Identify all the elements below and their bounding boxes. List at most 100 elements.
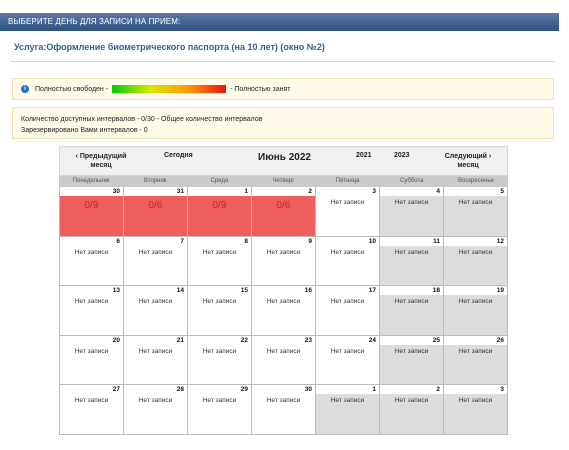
calendar-day-cell[interactable]: 9 Нет записи [252,236,316,286]
calendar-day-cell[interactable]: 18 Нет записи [380,286,444,336]
calendar-day-cell[interactable]: 23 Нет записи [252,335,316,385]
no-booking-label: Нет записи [330,199,365,206]
calendar-day-cell[interactable]: 20 Нет записи [60,335,124,385]
day-number: 13 [112,287,120,294]
calendar-nav: ‹ Предыдущий месяц Сегодня Июнь 2022 202… [59,146,508,176]
no-booking-label: Нет записи [74,248,109,256]
calendar-day-cell[interactable]: 5 Нет записи [444,187,508,237]
calendar-day-cell[interactable]: 21 Нет записи [124,335,188,385]
no-booking-label: Нет записи [138,248,173,256]
no-booking-label: Нет записи [458,347,493,355]
day-number: 28 [176,386,184,393]
interval-stats: Количество доступных интервалов - 0/30 -… [12,107,554,139]
calendar-day-cell[interactable]: 10 Нет записи [316,236,380,286]
day-number: 23 [304,336,312,344]
reserved-intervals-text: Зарезервировано Вами интервалов - 0 [21,127,148,134]
calendar-day-cell[interactable]: 7 Нет записи [124,236,188,286]
day-header: 24 [316,335,379,345]
day-number: 1 [244,188,248,195]
next-month-link[interactable]: Следующий › месяц [436,152,500,170]
day-number: 19 [496,287,504,294]
calendar-day-cell[interactable]: 24 Нет записи [316,335,380,385]
today-link[interactable]: Сегодня [164,152,193,159]
day-header: 19 [444,286,507,295]
day-number: 30 [112,188,120,195]
no-booking-label: Нет записи [330,248,365,256]
no-booking-label: Нет записи [138,397,173,404]
calendar-day-cell[interactable]: 15 Нет записи [188,286,252,336]
day-number: 8 [244,237,248,245]
no-booking-label: Нет записи [202,248,237,256]
calendar-day-cell[interactable]: 3 Нет записи [316,187,380,237]
calendar-day-cell[interactable]: 29 Нет записи [188,385,252,435]
calendar-day-cell[interactable]: 28 Нет записи [124,385,188,435]
day-number: 30 [304,386,312,393]
calendar-day-cell[interactable]: 14 Нет записи [124,286,188,336]
calendar-day-cell[interactable]: 31 0/6 [124,187,188,237]
no-booking-label: Нет записи [458,397,493,404]
weekday-header: Понедельник Вторник Среда Четверг Пятница Суб… [59,176,508,187]
calendar-day-cell[interactable]: 30 0/9 [60,187,124,237]
day-number: 20 [112,336,120,344]
next-year-link[interactable]: 2023 [394,152,410,159]
day-number: 26 [496,336,504,344]
day-number: 10 [368,237,376,245]
calendar-day-cell[interactable]: 13 Нет записи [60,286,124,336]
day-number: 17 [368,287,376,294]
calendar-day-cell[interactable]: 4 Нет записи [380,187,444,237]
day-header: 9 [252,236,315,246]
weekday-label: Суббота [400,178,424,184]
prev-year-link[interactable]: 2021 [356,152,372,159]
day-number: 22 [240,336,248,344]
calendar-day-cell[interactable]: 22 Нет записи [188,335,252,385]
no-booking-label: Нет записи [266,347,301,355]
day-number: 1 [372,386,376,393]
no-booking-label: Нет записи [394,397,429,404]
calendar-day-cell[interactable]: 2 Нет записи [380,385,444,435]
calendar-day-cell[interactable]: 2 0/6 [252,187,316,237]
calendar-day-cell[interactable]: 17 Нет записи [316,286,380,336]
calendar-day-cell[interactable]: 11 Нет записи [380,236,444,286]
calendar-day-cell[interactable]: 26 Нет записи [444,335,508,385]
day-header: 3 [444,385,507,394]
calendar-day-cell[interactable]: 27 Нет записи [60,385,124,435]
calendar-day-cell[interactable]: 16 Нет записи [252,286,316,336]
weekday-label: Вторник [143,178,167,184]
day-number: 27 [112,386,120,393]
calendar-day-cell[interactable]: 12 Нет записи [444,236,508,286]
no-booking-label: Нет записи [138,347,173,355]
availability-legend: i Полностью свободен - - Полностью занят [12,78,554,100]
legend-busy-label: - Полностью занят [230,85,291,93]
no-booking-label: Нет записи [330,347,365,355]
page-header: ВЫБЕРИТЕ ДЕНЬ ДЛЯ ЗАПИСИ НА ПРИЕМ: [0,13,559,31]
calendar-day-cell[interactable]: 30 Нет записи [252,385,316,435]
no-booking-label: Нет записи [202,298,237,305]
calendar-day-cell[interactable]: 25 Нет записи [380,335,444,385]
calendar-day-cell[interactable]: 1 0/9 [188,187,252,237]
day-number: 5 [500,188,504,195]
day-header: 29 [188,385,251,394]
no-booking-label: Нет записи [458,298,493,305]
day-header: 20 [60,335,123,345]
day-header: 2 [252,187,315,196]
day-number: 7 [180,237,184,245]
day-header: 11 [380,236,443,246]
day-number: 16 [304,287,312,294]
day-header: 14 [124,286,187,295]
slot-count: 0/9 [84,200,99,211]
weekday-label: Среда [210,178,229,184]
day-header: 5 [444,187,507,196]
day-header: 27 [60,385,123,394]
weekday-label: Воскресенье [458,178,494,184]
available-intervals-text: Количество доступных интервалов - 0/30 -… [21,116,263,123]
day-number: 6 [116,237,120,245]
day-header: 10 [316,236,379,246]
calendar-day-cell[interactable]: 6 Нет записи [60,236,124,286]
calendar-day-cell[interactable]: 8 Нет записи [188,236,252,286]
calendar-day-cell[interactable]: 3 Нет записи [444,385,508,435]
day-header: 2 [380,385,443,394]
calendar-day-cell[interactable]: 1 Нет записи [316,385,380,435]
day-header: 26 [444,335,507,345]
calendar-day-cell[interactable]: 19 Нет записи [444,286,508,336]
prev-month-link[interactable]: ‹ Предыдущий месяц [70,152,132,170]
